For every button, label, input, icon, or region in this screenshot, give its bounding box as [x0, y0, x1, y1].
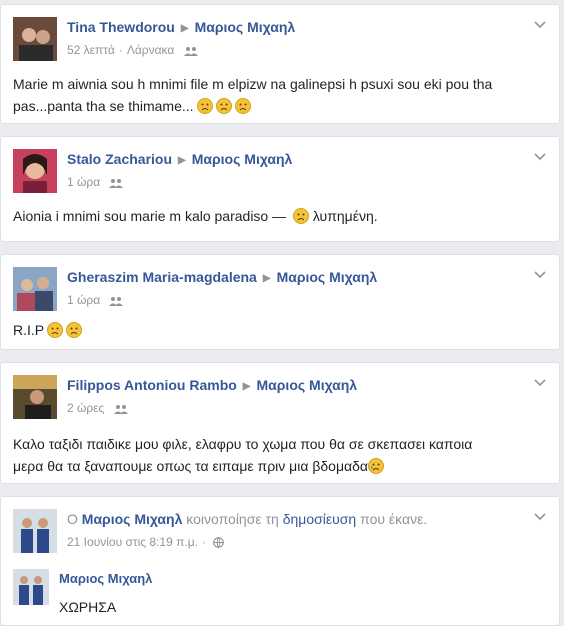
friends-icon[interactable]	[113, 403, 128, 417]
author-name[interactable]: Gheraszim Maria-magdalena	[67, 269, 257, 285]
post-message-line: μερα θα τα ξαναπουμε οπως τα ειπαμε πριν…	[13, 455, 547, 477]
arrow-icon: ▶	[178, 155, 186, 166]
chevron-down-icon[interactable]	[533, 269, 547, 279]
arrow-icon: ▶	[180, 23, 189, 34]
avatar[interactable]	[13, 375, 57, 419]
post-text: Aionia i mnimi sou marie m kalo paradiso…	[13, 205, 547, 227]
author-name[interactable]: Tina Thewdorou	[67, 19, 175, 35]
sad-face-icon	[215, 98, 232, 114]
avatar[interactable]	[13, 569, 49, 605]
chevron-down-icon[interactable]	[533, 377, 547, 387]
timestamp[interactable]: 52 λεπτά	[67, 43, 115, 57]
post-meta: 52 λεπτά · Λάρνακα	[67, 43, 198, 59]
timestamp[interactable]: 1 ώρα	[67, 293, 100, 307]
avatar[interactable]	[13, 509, 57, 553]
location[interactable]: Λάρνακα	[127, 43, 175, 57]
share-prefix: Ο	[67, 511, 78, 527]
target-name[interactable]: Μαριος Μιχαηλ	[192, 151, 293, 167]
chevron-down-icon[interactable]	[533, 151, 547, 161]
target-name[interactable]: Μαριος Μιχαηλ	[277, 269, 378, 285]
post-link[interactable]: δημοσίευση	[283, 511, 357, 527]
sad-face-icon	[196, 98, 213, 114]
avatar[interactable]	[13, 267, 57, 311]
timestamp[interactable]: 1 ώρα	[67, 175, 100, 189]
post-meta: 21 Ιουνίου στις 8:19 π.μ. ·	[67, 535, 225, 551]
globe-icon[interactable]	[213, 537, 225, 551]
avatar[interactable]	[13, 149, 57, 193]
shared-author-name[interactable]: Μαριος Μιχαηλ	[59, 571, 152, 586]
author-name[interactable]: Stalo Zachariou	[67, 151, 172, 167]
share-action: κοινοποίησε τη	[186, 511, 279, 527]
post-message: Aionia i mnimi sou marie m kalo paradiso…	[13, 208, 287, 224]
post-meta: 2 ώρες	[67, 401, 128, 417]
crying-face-icon	[368, 458, 385, 474]
friends-icon[interactable]	[183, 45, 198, 59]
share-header: Ο Μαριος Μιχαηλ κοινοποίησε τη δημοσίευσ…	[67, 511, 519, 527]
separator: ·	[118, 43, 123, 57]
post-text: R.I.P	[13, 319, 547, 341]
friends-icon[interactable]	[109, 295, 124, 309]
post-header: Stalo Zachariou ▶ Μαριος Μιχαηλ	[67, 151, 519, 167]
feeling-text[interactable]: λυπημένη.	[313, 208, 378, 224]
avatar[interactable]	[13, 17, 57, 61]
sad-face-icon	[234, 98, 251, 114]
separator: ·	[201, 535, 206, 549]
chevron-down-icon[interactable]	[533, 511, 547, 521]
post-card: Tina Thewdorou ▶ Μαριος Μιχαηλ 52 λεπτά · Λά…	[0, 4, 560, 124]
post-card: Filippos Antoniou Rambo ▶ Μαριος Μιχαηλ 2 …	[0, 362, 560, 484]
post-message: Marie m aiwnia sou h mnimi file m elpizw…	[13, 76, 493, 114]
timestamp[interactable]: 21 Ιουνίου στις 8:19 π.μ.	[67, 535, 198, 549]
post-card: Stalo Zachariou ▶ Μαριος Μιχαηλ 1 ώρα Aion…	[0, 136, 560, 242]
post-card: Gheraszim Maria-magdalena ▶ Μαριος Μιχαηλ …	[0, 254, 560, 350]
target-name[interactable]: Μαριος Μιχαηλ	[257, 377, 358, 393]
sad-face-icon	[293, 208, 309, 224]
post-header: Gheraszim Maria-magdalena ▶ Μαριος Μιχαηλ	[67, 269, 519, 285]
target-name[interactable]: Μαριος Μιχαηλ	[195, 19, 296, 35]
post-header: Tina Thewdorou ▶ Μαριος Μιχαηλ	[67, 19, 519, 35]
friends-icon[interactable]	[109, 177, 124, 191]
timestamp[interactable]: 2 ώρες	[67, 401, 104, 415]
post-meta: 1 ώρα	[67, 293, 124, 309]
post-meta: 1 ώρα	[67, 175, 124, 191]
arrow-icon: ▶	[262, 273, 271, 284]
shared-post-card: Ο Μαριος Μιχαηλ κοινοποίησε τη δημοσίευσ…	[0, 496, 560, 626]
shared-post-text: ΧΩΡΗΣΑ	[59, 599, 117, 615]
post-text: Καλο ταξιδι παιδικε μου φιλε, ελαφρυ το …	[13, 433, 547, 477]
post-text: Marie m aiwnia sou h mnimi file m elpizw…	[13, 73, 547, 117]
chevron-down-icon[interactable]	[533, 19, 547, 29]
post-message: R.I.P	[13, 322, 45, 338]
post-message-line: Καλο ταξιδι παιδικε μου φιλε, ελαφρυ το …	[13, 436, 473, 452]
author-name[interactable]: Filippos Antoniou Rambo	[67, 377, 237, 393]
post-header: Filippos Antoniou Rambo ▶ Μαριος Μιχαηλ	[67, 377, 519, 393]
post-message: μερα θα τα ξαναπουμε οπως τα ειπαμε πριν…	[13, 458, 369, 474]
author-name[interactable]: Μαριος Μιχαηλ	[82, 511, 183, 527]
sad-face-icon	[47, 322, 64, 338]
arrow-icon: ▶	[242, 381, 251, 392]
share-suffix: που έκανε.	[360, 511, 428, 527]
sad-face-icon	[66, 322, 83, 338]
